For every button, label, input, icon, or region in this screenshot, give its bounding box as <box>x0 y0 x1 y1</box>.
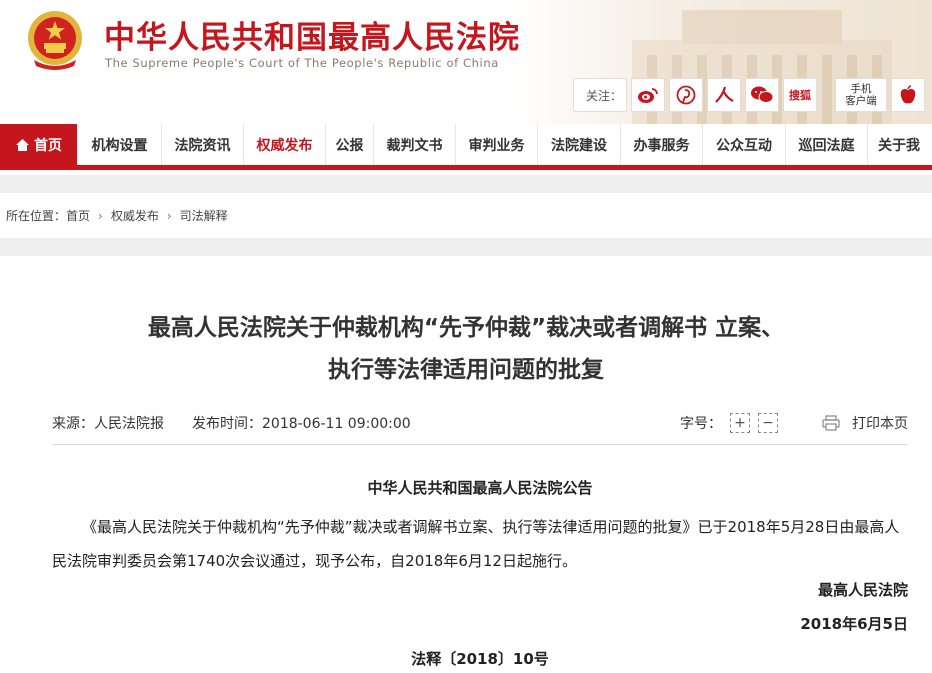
announcement-heading: 中华人民共和国最高人民法院公告 <box>367 479 593 497</box>
social-follow-bar: 关注： 搜狐 手机 客户端 <box>573 78 926 112</box>
announcement-signature: 最高人民法院 <box>817 581 908 599</box>
nav-item-court-building[interactable]: 法院建设 <box>538 124 621 165</box>
wechat-icon[interactable] <box>745 78 780 112</box>
breadcrumb-official-releases[interactable]: 权威发布 <box>111 207 159 224</box>
home-icon <box>16 138 29 151</box>
mobile-label-line2: 客户端 <box>845 95 877 107</box>
chevron-right-icon: › <box>98 208 103 223</box>
announcement-paragraph: 《最高人民法院关于仲裁机构“先予仲裁”裁决或者调解书立案、执行等法律适用问题的批… <box>52 518 900 570</box>
nav-item-trial-affairs[interactable]: 审判业务 <box>456 124 538 165</box>
nav-item-official-releases[interactable]: 权威发布 <box>244 124 326 165</box>
meta-divider <box>52 444 908 445</box>
national-emblem-icon <box>28 11 82 70</box>
article-tools: 字号： + − 打印本页 <box>680 413 908 433</box>
article-title: 最高人民法院关于仲裁机构“先予仲裁”裁决或者调解书 立案、 执行等法律适用问题的… <box>40 307 892 391</box>
nav-item-label: 首页 <box>34 137 62 154</box>
font-increase-button[interactable]: + <box>730 413 750 433</box>
follow-label: 关注： <box>573 78 628 112</box>
mobile-client-button[interactable]: 手机 客户端 <box>835 78 888 112</box>
mobile-label-line1: 手机 <box>850 83 872 95</box>
pinterest-icon[interactable] <box>669 78 704 112</box>
nav-item-services[interactable]: 办事服务 <box>621 124 703 165</box>
article-publish-time: 发布时间：2018-06-11 09:00:00 <box>192 416 411 432</box>
breadcrumb-prefix: 所在位置： <box>6 209 67 223</box>
printer-icon[interactable] <box>822 415 840 431</box>
breadcrumb-judicial-interpretation[interactable]: 司法解释 <box>180 207 228 224</box>
article-meta: 来源：人民法院报 发布时间：2018-06-11 09:00:00 字号： + … <box>52 412 908 434</box>
site-header: 中华人民共和国最高人民法院 The Supreme People's Court… <box>0 0 932 124</box>
nav-item-court-news[interactable]: 法院资讯 <box>162 124 244 165</box>
article-title-line2: 执行等法律适用问题的批复 <box>328 357 604 383</box>
article-title-line1: 最高人民法院关于仲裁机构“先予仲裁”裁决或者调解书 立案、 <box>147 315 785 341</box>
print-page-link[interactable]: 打印本页 <box>852 413 908 433</box>
renmin-icon[interactable] <box>707 78 742 112</box>
main-nav: 首页 机构设置 法院资讯 权威发布 公报 裁判文书 审判业务 法院建设 办事服务… <box>0 124 932 170</box>
font-size-label: 字号： <box>680 416 722 432</box>
nav-item-home[interactable]: 首页 <box>0 124 78 165</box>
article-source: 来源：人民法院报 <box>52 416 164 432</box>
nav-item-gazette[interactable]: 公报 <box>326 124 374 165</box>
divider-band <box>0 175 932 193</box>
announcement-date: 2018年6月5日 <box>800 615 908 633</box>
site-title[interactable]: 中华人民共和国最高人民法院 <box>104 12 520 57</box>
nav-item-institutions[interactable]: 机构设置 <box>78 124 162 165</box>
font-decrease-button[interactable]: − <box>758 413 778 433</box>
breadcrumb: 所在位置： 首页 › 权威发布 › 司法解释 <box>0 193 932 238</box>
divider-band <box>0 238 932 256</box>
nav-item-public-interaction[interactable]: 公众互动 <box>703 124 786 165</box>
apple-icon[interactable] <box>891 78 926 112</box>
breadcrumb-home[interactable]: 首页 <box>66 207 90 224</box>
document-number: 法释〔2018〕10号 <box>411 650 549 668</box>
nav-item-circuit-courts[interactable]: 巡回法庭 <box>786 124 868 165</box>
nav-item-about[interactable]: 关于我 <box>868 124 932 165</box>
site-subtitle: The Supreme People's Court of The People… <box>105 56 499 70</box>
nav-item-judgments[interactable]: 裁判文书 <box>374 124 456 165</box>
chevron-right-icon: › <box>166 208 172 223</box>
sohu-icon[interactable]: 搜狐 <box>783 78 818 112</box>
weibo-icon[interactable] <box>631 78 666 112</box>
